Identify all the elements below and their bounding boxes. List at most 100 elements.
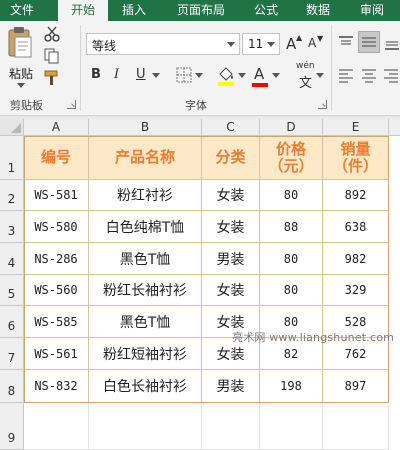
clipboard-launcher-icon[interactable] (67, 100, 76, 109)
row-header-9[interactable]: 9 (0, 403, 24, 450)
cell-sales[interactable]: 897 (323, 370, 389, 403)
cell-price[interactable]: 88 (260, 211, 323, 243)
bold-button[interactable]: B (91, 67, 101, 82)
column-header-b[interactable]: B (89, 119, 202, 136)
paste-button[interactable]: 粘贴 (3, 25, 37, 88)
grow-font-button[interactable]: A (286, 35, 296, 53)
cell-code[interactable]: WS-561 (24, 338, 89, 370)
align-right-icon[interactable] (382, 67, 400, 83)
empty-cell[interactable] (260, 403, 323, 450)
format-painter-button[interactable] (42, 69, 62, 87)
font-group-label: 字体 (185, 99, 207, 112)
cell-category[interactable]: 男装 (202, 243, 260, 275)
cell-category[interactable]: 女装 (202, 180, 260, 211)
tab-data[interactable]: 数据 (298, 0, 338, 21)
chevron-down-icon (152, 73, 160, 78)
select-all-button[interactable] (0, 119, 24, 136)
cell-code[interactable]: WS-580 (24, 211, 89, 243)
tab-home[interactable]: 开始 (58, 0, 108, 22)
chevron-down-icon (267, 42, 275, 47)
align-left-icon[interactable] (337, 67, 355, 83)
header-cell-category[interactable]: 分类 (202, 136, 260, 180)
cell-name[interactable]: 黑色T恤 (89, 243, 202, 275)
scissors-icon (44, 26, 60, 42)
chevron-down-icon (238, 73, 246, 78)
empty-cell[interactable] (24, 403, 89, 450)
italic-button[interactable]: I (114, 67, 119, 82)
phonetic-guide-button[interactable]: 文 (299, 72, 312, 91)
cell-code[interactable]: NS-832 (24, 370, 89, 403)
row-header-5[interactable]: 5 (0, 275, 24, 306)
tab-page-layout[interactable]: 页面布局 (168, 0, 234, 21)
borders-icon[interactable] (176, 67, 192, 83)
cell-sales[interactable]: 638 (323, 211, 389, 243)
header-cell-price[interactable]: 价格 （元） (260, 136, 323, 180)
column-header-d[interactable]: D (260, 119, 323, 136)
empty-cell[interactable] (202, 403, 260, 450)
copy-icon (44, 48, 59, 64)
copy-button[interactable] (42, 47, 62, 65)
row-header-1[interactable]: 1 (0, 136, 24, 180)
row-header-6[interactable]: 6 (0, 306, 24, 338)
tab-formulas[interactable]: 公式 (246, 0, 286, 21)
row-header-8[interactable]: 8 (0, 370, 24, 403)
align-bottom-icon[interactable] (384, 35, 400, 51)
group-divider (331, 25, 332, 111)
column-header-f[interactable] (389, 119, 400, 136)
cell-code[interactable]: NS-286 (24, 243, 89, 275)
cell-code[interactable]: WS-585 (24, 306, 89, 338)
chevron-down-icon (17, 83, 25, 88)
column-header-e[interactable]: E (323, 119, 389, 136)
cell-name[interactable]: 粉红衬衫 (89, 180, 202, 211)
cell-sales[interactable]: 329 (323, 275, 389, 306)
cell-category[interactable]: 女装 (202, 211, 260, 243)
caret-up-icon: ▲ (296, 33, 303, 42)
cell-sales[interactable]: 982 (323, 243, 389, 275)
column-header-c[interactable]: C (202, 119, 260, 136)
worksheet: A B C D E 1 2 3 4 5 6 7 8 9 编号 产品名称 分类 价… (0, 119, 400, 450)
row-header-4[interactable]: 4 (0, 243, 24, 275)
column-header-a[interactable]: A (24, 119, 89, 136)
header-cell-sales[interactable]: 销量 （件） (323, 136, 389, 180)
cell-price[interactable]: 198 (260, 370, 323, 403)
cell-price[interactable]: 80 (260, 180, 323, 211)
font-color-button[interactable]: A (254, 65, 264, 83)
cell-price[interactable]: 80 (260, 243, 323, 275)
empty-cell[interactable] (89, 403, 202, 450)
align-top-icon[interactable] (337, 35, 355, 51)
caret-down-icon: ▼ (317, 34, 324, 43)
font-color-swatch (252, 83, 268, 87)
header-cell-name[interactable]: 产品名称 (89, 136, 202, 180)
header-cell-code[interactable]: 编号 (24, 136, 89, 180)
cell-code[interactable]: WS-581 (24, 180, 89, 211)
font-size-select[interactable]: 11 (242, 33, 280, 55)
align-middle-button[interactable] (358, 31, 380, 53)
row-header-3[interactable]: 3 (0, 211, 24, 243)
cell-name[interactable]: 粉红短袖衬衫 (89, 338, 202, 370)
cell-category[interactable]: 男装 (202, 370, 260, 403)
row-header-2[interactable]: 2 (0, 180, 24, 211)
cell-name[interactable]: 白色长袖衬衫 (89, 370, 202, 403)
empty-cell[interactable] (323, 403, 389, 450)
shrink-font-button[interactable]: A (308, 36, 316, 50)
cell-name[interactable]: 黑色T恤 (89, 306, 202, 338)
cell-code[interactable]: WS-560 (24, 275, 89, 306)
underline-button[interactable]: U (136, 67, 146, 82)
cut-button[interactable] (42, 25, 62, 43)
row-header-7[interactable]: 7 (0, 338, 24, 370)
cell-category[interactable]: 女装 (202, 275, 260, 306)
fill-color-icon[interactable] (216, 64, 236, 86)
tab-file[interactable]: 文件 (2, 0, 42, 21)
font-launcher-icon[interactable] (318, 100, 327, 109)
cell-name[interactable]: 粉红长袖衬衫 (89, 275, 202, 306)
font-name-select[interactable]: 等线 (86, 33, 240, 55)
tab-review[interactable]: 审阅 (350, 0, 394, 21)
cell-sales[interactable]: 892 (323, 180, 389, 211)
font-name-value: 等线 (92, 39, 117, 53)
cell-name[interactable]: 白色纯棉T恤 (89, 211, 202, 243)
tab-insert[interactable]: 插入 (114, 0, 154, 21)
chevron-down-icon (227, 42, 235, 47)
clipboard-group-label: 剪贴板 (10, 99, 43, 112)
align-center-icon[interactable] (360, 67, 378, 83)
cell-price[interactable]: 80 (260, 275, 323, 306)
